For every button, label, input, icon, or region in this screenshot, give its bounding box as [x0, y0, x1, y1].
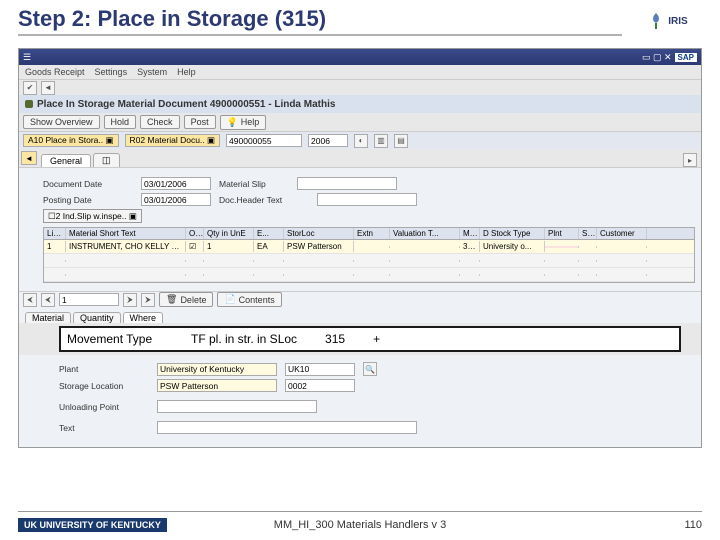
tab-material[interactable]: Material — [25, 312, 71, 323]
ok-icon[interactable]: ✔ — [23, 81, 37, 95]
footer-divider — [18, 511, 702, 512]
ind-slip-button[interactable]: ☐ 2 Ind.Slip w.inspe.. ▣ — [43, 209, 142, 223]
label-doc-date: Document Date — [43, 179, 133, 189]
col-sloc[interactable]: StorLoc — [284, 228, 354, 239]
sap-window: ☰ ▭ ▢ ✕ SAP Goods Receipt Settings Syste… — [18, 48, 702, 448]
label-posting-date: Posting Date — [43, 195, 133, 205]
layout-icon[interactable]: ▥ — [374, 134, 388, 148]
label-plant: Plant — [59, 364, 149, 374]
col-val[interactable]: Valuation T... — [390, 228, 460, 239]
window-icon: ☰ — [23, 52, 31, 63]
items-grid[interactable]: Line Material Short Text OK Qty in UnE E… — [43, 227, 695, 283]
sap-titlebar: ☰ ▭ ▢ ✕ SAP — [19, 49, 701, 65]
doc-date-field[interactable]: 03/01/2006 — [141, 177, 211, 190]
table-row[interactable]: 1 INSTRUMENT, CHO KELLY 5 1/2 ☑ 1 EA PSW… — [44, 240, 694, 254]
mv-type-selector[interactable]: A10 Place in Stora.. ▣ — [23, 134, 119, 147]
prev-page-icon[interactable]: ⮜ — [41, 293, 55, 307]
table-row[interactable] — [44, 254, 694, 268]
tab-general[interactable]: General — [41, 154, 91, 167]
refdoc-selector[interactable]: R02 Material Docu.. ▣ — [125, 134, 221, 147]
check-button[interactable]: Check — [140, 115, 180, 129]
col-line[interactable]: Line — [44, 228, 66, 239]
collapse-header-icon[interactable]: ◄ — [21, 151, 37, 165]
unloading-point-field[interactable] — [157, 400, 317, 413]
col-plnt[interactable]: Plnt — [545, 228, 579, 239]
sloc-text-field[interactable]: PSW Patterson — [157, 379, 277, 392]
col-e[interactable]: E... — [254, 228, 284, 239]
item-ok-checkbox[interactable]: ☑ — [186, 241, 204, 252]
post-button[interactable]: Post — [184, 115, 216, 129]
col-stock[interactable]: D Stock Type — [480, 228, 545, 239]
movement-type-sign: + — [373, 332, 380, 346]
menu-settings[interactable]: Settings — [95, 67, 128, 77]
plant-search-icon[interactable]: 🔍 — [363, 362, 377, 376]
back-icon[interactable]: ◄ — [41, 81, 55, 95]
contents-button[interactable]: 📄Contents — [217, 292, 281, 307]
mat-slip-field[interactable] — [297, 177, 397, 190]
last-page-icon[interactable]: ⮞ — [141, 293, 155, 307]
header-text-field[interactable] — [317, 193, 417, 206]
posting-date-field[interactable]: 03/01/2006 — [141, 193, 211, 206]
tab-quantity[interactable]: Quantity — [73, 312, 121, 323]
doc-number-field[interactable]: 490000055 — [226, 134, 302, 147]
doc-year-field[interactable]: 2006 — [308, 134, 348, 147]
delete-button[interactable]: 🗑Delete — [159, 292, 213, 307]
sap-badge: SAP — [675, 53, 697, 62]
col-m[interactable]: M... — [460, 228, 480, 239]
label-text: Text — [59, 423, 149, 433]
line-entry-input[interactable]: 1 — [59, 293, 119, 306]
tab-scroll-icon[interactable]: ▸ — [683, 153, 697, 167]
label-movement-type: Movement Type — [67, 332, 167, 346]
hold-button[interactable]: Hold — [104, 115, 137, 129]
movement-type-callout: Movement Type TF pl. in str. in SLoc 315… — [59, 326, 681, 352]
plant-code-field[interactable]: UK10 — [285, 363, 355, 376]
label-mat-slip: Material Slip — [219, 179, 289, 189]
col-s[interactable]: S... — [579, 228, 597, 239]
col-ok[interactable]: OK — [186, 228, 204, 239]
first-page-icon[interactable]: ⮜ — [23, 293, 37, 307]
label-unloading-point: Unloading Point — [59, 402, 149, 412]
menu-help[interactable]: Help — [177, 67, 196, 77]
label-header-text: Doc.Header Text — [219, 195, 309, 205]
col-qty[interactable]: Qty in UnE — [204, 228, 254, 239]
table-row[interactable] — [44, 268, 694, 282]
plant-text-field[interactable]: University of Kentucky — [157, 363, 277, 376]
grid-icon[interactable]: ▤ — [394, 134, 408, 148]
movement-type-code: 315 — [321, 332, 349, 346]
menu-system[interactable]: System — [137, 67, 167, 77]
slide-title: Step 2: Place in Storage (315) — [18, 6, 622, 36]
movement-type-desc: TF pl. in str. in SLoc — [191, 332, 297, 346]
col-ext[interactable]: Extn — [354, 228, 390, 239]
plnt-cell[interactable] — [545, 246, 579, 248]
col-material[interactable]: Material Short Text — [66, 228, 186, 239]
doc-bullet-icon — [25, 100, 33, 108]
tab-where[interactable]: Where — [123, 312, 164, 323]
exec-icon[interactable]: ◐ — [354, 134, 368, 148]
document-title: Place In Storage Material Document 49000… — [37, 99, 335, 110]
iris-logo: IRIS — [632, 7, 702, 35]
next-page-icon[interactable]: ⮞ — [123, 293, 137, 307]
sloc-code-field[interactable]: 0002 — [285, 379, 355, 392]
menu-goods-receipt[interactable]: Goods Receipt — [25, 67, 85, 77]
help-button[interactable]: 💡Help — [220, 115, 267, 130]
tab-vendor[interactable]: ◫ — [93, 153, 120, 167]
show-overview-button[interactable]: Show Overview — [23, 115, 100, 129]
window-controls[interactable]: ▭ ▢ ✕ — [642, 52, 672, 63]
item-text-field[interactable] — [157, 421, 417, 434]
footer-center-text: MM_HI_300 Materials Handlers v 3 — [18, 519, 702, 531]
col-cust[interactable]: Customer — [597, 228, 647, 239]
std-toolbar[interactable]: ✔ ◄ — [19, 79, 701, 95]
label-storage-location: Storage Location — [59, 381, 149, 391]
menubar[interactable]: Goods Receipt Settings System Help — [19, 65, 701, 79]
